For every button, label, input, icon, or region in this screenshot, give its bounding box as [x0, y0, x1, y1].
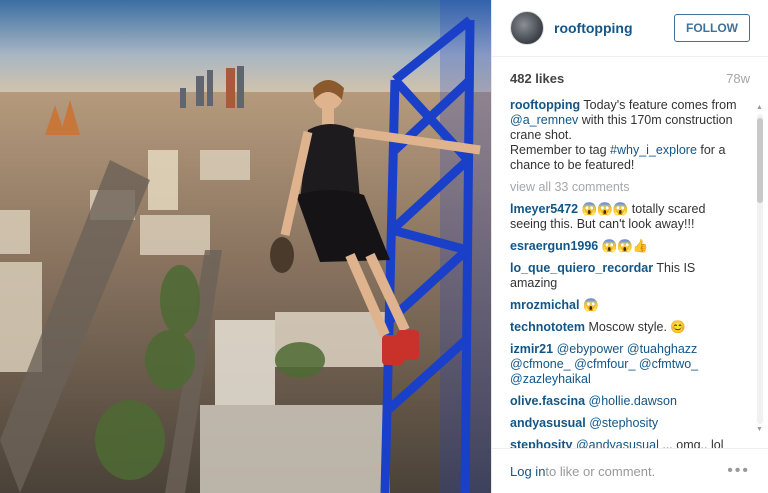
scroll-up-arrow-icon[interactable]: ▲ [756, 104, 763, 112]
caption-mention[interactable]: @a_remnev [510, 113, 578, 127]
caption-text-1: Today's feature comes from [583, 98, 737, 112]
comment-text: Moscow style. 😊 [585, 320, 687, 334]
comment-username[interactable]: lmeyer5472 [510, 202, 578, 216]
comment-username[interactable]: technototem [510, 320, 585, 334]
comment: technototem Moscow style. 😊 [510, 320, 754, 335]
header-username[interactable]: rooftopping [554, 20, 633, 36]
comment: mrozmichal 😱 [510, 298, 754, 313]
comment-username[interactable]: mrozmichal [510, 298, 579, 312]
scroll-thumb[interactable] [757, 118, 763, 203]
comment-username[interactable]: lo_que_quiero_recordar [510, 261, 653, 275]
post-sidebar: rooftopping FOLLOW 482 likes 78w rooftop… [491, 0, 768, 493]
comments-list: rooftopping Today's feature comes from @… [510, 98, 754, 449]
post-footer: Log in to like or comment. ••• [492, 448, 768, 493]
more-options-icon[interactable]: ••• [727, 462, 750, 480]
photo-illustration [0, 0, 491, 493]
user-avatar[interactable] [510, 11, 544, 45]
login-link[interactable]: Log in [510, 464, 545, 479]
comments-scrollbar[interactable]: ▲ ▼ [756, 104, 764, 434]
instagram-post: rooftopping FOLLOW 482 likes 78w rooftop… [0, 0, 768, 493]
post-time[interactable]: 78w [726, 71, 750, 86]
comment: lmeyer5472 😱😱😱 totally scared seeing thi… [510, 202, 754, 232]
comment-text: 😱😱👍 [598, 239, 649, 253]
post-photo[interactable] [0, 0, 491, 493]
comment-username[interactable]: olive.fascina [510, 394, 585, 408]
comment: olive.fascina @hollie.dawson [510, 394, 754, 409]
follow-button[interactable]: FOLLOW [674, 14, 750, 42]
scroll-down-arrow-icon[interactable]: ▼ [756, 426, 763, 434]
post-stats: 482 likes 78w [492, 57, 768, 99]
post-header: rooftopping FOLLOW [492, 0, 768, 57]
comment: esraergun1996 😱😱👍 [510, 239, 754, 254]
view-all-comments-link[interactable]: view all 33 comments [510, 180, 754, 195]
comment: izmir21 @ebypower @tuahghazz @cfmone_ @c… [510, 342, 754, 387]
comment: andyasusual @stephosity [510, 416, 754, 431]
comment-mentions[interactable]: @stephosity [586, 416, 658, 430]
caption: rooftopping Today's feature comes from @… [510, 98, 754, 173]
comment-mentions[interactable]: @hollie.dawson [585, 394, 677, 408]
likes-count[interactable]: 482 likes [510, 71, 564, 86]
comment-text: 😱 [579, 298, 599, 312]
caption-text-3: Remember to tag [510, 143, 611, 157]
caption-username[interactable]: rooftopping [510, 98, 580, 112]
comment-username[interactable]: izmir21 [510, 342, 553, 356]
comment: lo_que_quiero_recordar This IS amazing [510, 261, 754, 291]
comment-username[interactable]: andyasusual [510, 416, 586, 430]
comment-username[interactable]: esraergun1996 [510, 239, 598, 253]
login-prompt-text: to like or comment. [545, 463, 656, 479]
caption-hashtag[interactable]: #why_i_explore [610, 143, 697, 157]
